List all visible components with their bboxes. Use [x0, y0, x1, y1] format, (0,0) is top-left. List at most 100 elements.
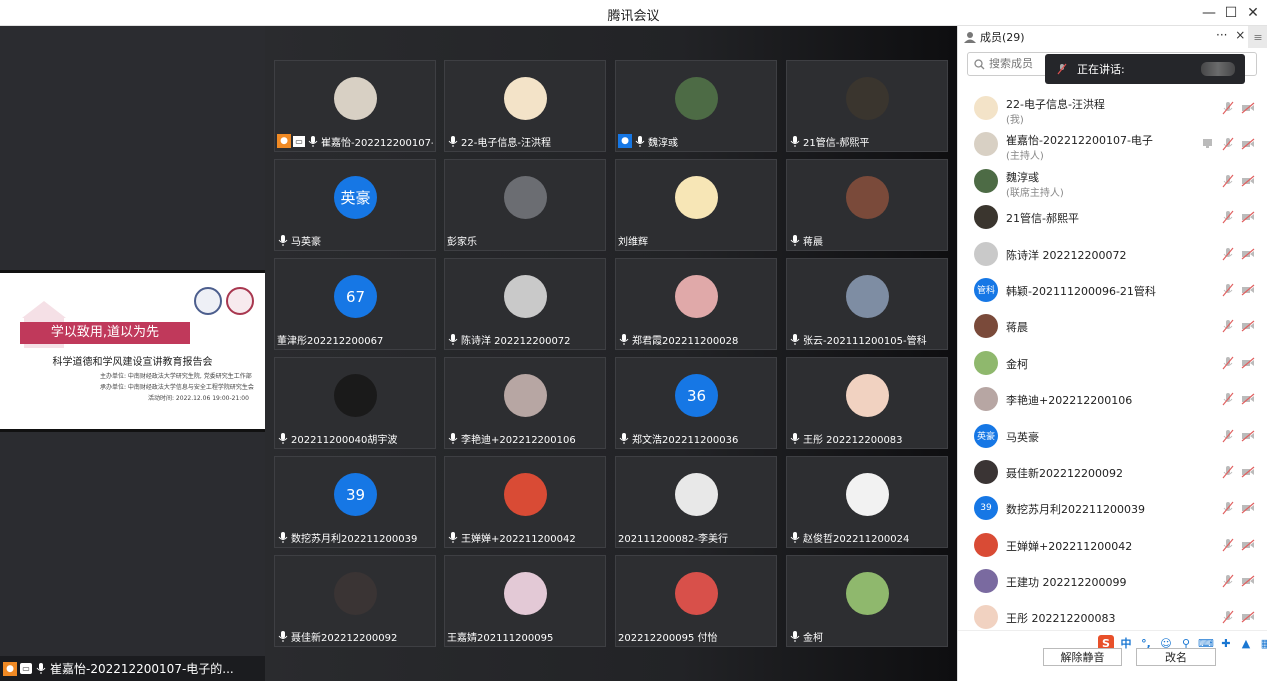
members-title: 成员(29): [980, 31, 1025, 44]
participant-tile[interactable]: 王彤 202212200083: [786, 357, 948, 449]
more-options-button[interactable]: ···: [1216, 28, 1227, 42]
camera-off-icon[interactable]: [1241, 611, 1255, 623]
participant-tile[interactable]: 张云-202111200105-管科: [786, 258, 948, 350]
participant-tile[interactable]: 67 董津彤202212200067: [274, 258, 436, 350]
muted-mic-icon[interactable]: [1222, 101, 1234, 115]
skin-icon[interactable]: ✚: [1218, 635, 1234, 651]
window-title: 腾讯会议: [607, 9, 660, 24]
muted-mic-icon[interactable]: [1222, 319, 1234, 333]
member-row[interactable]: 王婵婵+202211200042: [958, 527, 1267, 563]
muted-mic-icon[interactable]: [1222, 610, 1234, 624]
participant-tile[interactable]: ● ▭ 崔嘉怡-202212200107-...: [274, 60, 436, 152]
member-row[interactable]: 英豪 马英豪: [958, 418, 1267, 454]
participant-tile[interactable]: 39 数挖苏月利202211200039: [274, 456, 436, 548]
member-avatar: 管科: [974, 277, 998, 302]
camera-off-icon[interactable]: [1241, 284, 1255, 296]
mic-icon: [278, 234, 288, 246]
participant-name: 马英豪: [291, 236, 321, 248]
member-row[interactable]: 蒋晨: [958, 308, 1267, 344]
participant-tile[interactable]: 36 郑文浩202211200036: [615, 357, 777, 449]
member-row[interactable]: 魏淳彧 (联席主持人): [958, 163, 1267, 199]
muted-mic-icon[interactable]: [1222, 137, 1234, 151]
member-row[interactable]: 李艳迪+202212200106: [958, 381, 1267, 417]
slide-banner: 学以致用,道以为先: [20, 322, 190, 344]
member-row[interactable]: 管科 韩颖-202111200096-21管科: [958, 272, 1267, 308]
camera-off-icon[interactable]: [1241, 430, 1255, 442]
member-row[interactable]: 金柯: [958, 345, 1267, 381]
panel-footer: S 中 °, ☺ ⚲ ⌨ ✚ ▲ ▦ 解除静音 改名: [958, 630, 1267, 681]
member-name: 22-电子信息-汪洪程: [1006, 98, 1105, 111]
participant-tile[interactable]: 202211200040胡宇波: [274, 357, 436, 449]
participant-label: 王彤 202212200083: [789, 430, 945, 446]
muted-mic-icon[interactable]: [1222, 283, 1234, 297]
participant-tile[interactable]: 英豪 马英豪: [274, 159, 436, 251]
search-input[interactable]: [989, 58, 1049, 70]
close-window-button[interactable]: ✕: [1239, 2, 1267, 24]
participant-tile[interactable]: 202111200082-李美行: [615, 456, 777, 548]
close-panel-button[interactable]: ×: [1235, 28, 1245, 42]
camera-off-icon[interactable]: [1241, 393, 1255, 405]
camera-off-icon[interactable]: [1241, 502, 1255, 514]
member-row[interactable]: 崔嘉怡-202212200107-电子 (主持人): [958, 126, 1267, 162]
muted-mic-icon[interactable]: [1222, 174, 1234, 188]
muted-mic-icon[interactable]: [1222, 392, 1234, 406]
mic-icon: [790, 531, 800, 543]
muted-mic-icon[interactable]: [1222, 356, 1234, 370]
shirt-icon[interactable]: ▲: [1238, 635, 1254, 651]
member-name: 金柯: [1006, 357, 1028, 371]
camera-off-icon[interactable]: [1241, 539, 1255, 551]
muted-mic-icon[interactable]: [1222, 501, 1234, 515]
member-row[interactable]: 39 数挖苏月利202211200039: [958, 490, 1267, 526]
member-row[interactable]: 21管信-郝熙平: [958, 199, 1267, 235]
camera-off-icon[interactable]: [1241, 102, 1255, 114]
participant-tile[interactable]: 刘维辉: [615, 159, 777, 251]
panel-actions: ··· ×: [1216, 28, 1245, 42]
participant-tile[interactable]: 郑君霞202211200028: [615, 258, 777, 350]
member-row[interactable]: 王建功 202212200099: [958, 563, 1267, 599]
member-avatar: [974, 132, 998, 157]
panel-menu-button[interactable]: ≡: [1248, 26, 1267, 48]
member-row[interactable]: 陈诗洋 202212200072: [958, 236, 1267, 272]
camera-off-icon[interactable]: [1241, 320, 1255, 332]
participant-tile[interactable]: 202212200095 付怡: [615, 555, 777, 647]
participant-tile[interactable]: 陈诗洋 202212200072: [444, 258, 606, 350]
camera-off-icon[interactable]: [1241, 211, 1255, 223]
muted-mic-icon[interactable]: [1222, 538, 1234, 552]
muted-mic-icon[interactable]: [1222, 574, 1234, 588]
participant-tile[interactable]: 彭家乐: [444, 159, 606, 251]
camera-off-icon[interactable]: [1241, 138, 1255, 150]
participant-tile[interactable]: 王婵婵+202211200042: [444, 456, 606, 548]
member-row[interactable]: 22-电子信息-汪洪程 (我): [958, 90, 1267, 126]
unmute-button[interactable]: 解除静音: [1043, 648, 1122, 666]
muted-mic-icon[interactable]: [1222, 429, 1234, 443]
participant-tile[interactable]: ● 魏淳彧: [615, 60, 777, 152]
camera-off-icon[interactable]: [1241, 357, 1255, 369]
participant-tile[interactable]: 21管信-郝熙平: [786, 60, 948, 152]
participant-tile[interactable]: 22-电子信息-汪洪程: [444, 60, 606, 152]
camera-off-icon[interactable]: [1241, 575, 1255, 587]
participant-avatar: [846, 176, 889, 219]
rename-button[interactable]: 改名: [1136, 648, 1216, 666]
camera-off-icon[interactable]: [1241, 175, 1255, 187]
grid-icon[interactable]: ▦: [1258, 635, 1267, 651]
participant-name: 22-电子信息-汪洪程: [461, 137, 551, 149]
camera-off-icon[interactable]: [1241, 466, 1255, 478]
camera-off-icon[interactable]: [1241, 248, 1255, 260]
participant-avatar: [846, 275, 889, 318]
participant-tile[interactable]: 赵俊哲202211200024: [786, 456, 948, 548]
muted-mic-icon[interactable]: [1222, 247, 1234, 261]
muted-mic-icon[interactable]: [1222, 210, 1234, 224]
search-icon: [974, 58, 985, 69]
participant-tile[interactable]: 王嘉婧202111200095: [444, 555, 606, 647]
member-list: 22-电子信息-汪洪程 (我) 崔嘉怡-202212200107-电子 (主持人) 魏淳…: [958, 90, 1267, 636]
participant-tile[interactable]: 李艳迪+202212200106: [444, 357, 606, 449]
mic-icon: [308, 135, 318, 147]
mic-icon: [619, 432, 629, 444]
participant-name: 郑文浩202211200036: [632, 434, 739, 446]
muted-mic-icon[interactable]: [1222, 465, 1234, 479]
member-row[interactable]: 聂佳新202212200092: [958, 454, 1267, 490]
participant-tile[interactable]: 金柯: [786, 555, 948, 647]
member-name: 陈诗洋 202212200072: [1006, 248, 1127, 262]
participant-tile[interactable]: 蒋晨: [786, 159, 948, 251]
participant-tile[interactable]: 聂佳新202212200092: [274, 555, 436, 647]
